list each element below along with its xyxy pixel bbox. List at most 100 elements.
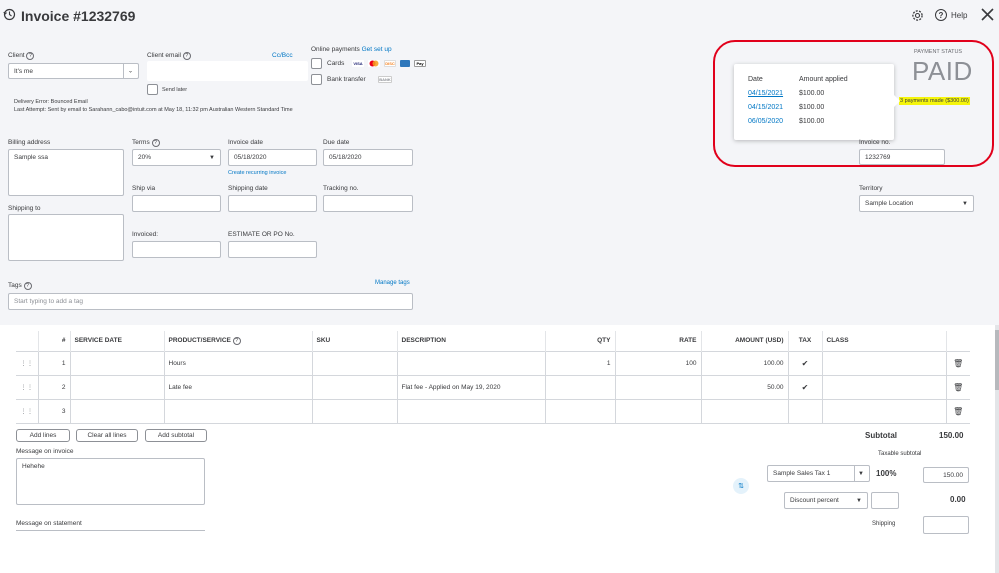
mastercard-icon xyxy=(368,60,380,67)
trash-icon[interactable]: 🗑 xyxy=(946,398,970,424)
scrollbar-thumb[interactable] xyxy=(995,330,999,390)
payment-date-link[interactable]: 04/15/2021 xyxy=(748,90,783,97)
invoice-date-input[interactable]: 05/18/2020 xyxy=(228,149,317,166)
billing-address-input[interactable]: Sample ssa xyxy=(8,149,124,196)
rate-cell[interactable]: 100 xyxy=(615,350,702,375)
payment-status-label: PAYMENT STATUS xyxy=(914,49,963,55)
description-cell[interactable] xyxy=(397,398,546,424)
shipping-date-input[interactable] xyxy=(228,195,317,212)
client-select[interactable]: It's me ⌄ xyxy=(8,63,139,79)
help-button[interactable]: ? Help xyxy=(935,9,967,21)
sku-cell[interactable] xyxy=(312,374,398,399)
amount-cell[interactable]: 50.00 xyxy=(701,374,789,399)
delivery-error: Delivery Error: Bounced Email xyxy=(14,99,88,105)
service-date-cell[interactable] xyxy=(70,350,165,375)
invoiced-label: Invoiced: xyxy=(132,231,159,238)
gear-icon[interactable] xyxy=(911,9,924,22)
tax-checkmark-icon[interactable]: ✔ xyxy=(788,350,823,375)
due-date-input[interactable]: 05/18/2020 xyxy=(323,149,413,166)
ship-via-input[interactable] xyxy=(132,195,221,212)
discover-icon: DISC xyxy=(384,60,396,67)
invoice-no-label: Invoice no. xyxy=(859,139,891,146)
amount-cell[interactable] xyxy=(701,398,789,424)
trash-icon[interactable]: 🗑 xyxy=(946,350,970,375)
visa-icon: VISA xyxy=(352,60,364,67)
payment-amount: $100.00 xyxy=(799,104,825,111)
service-date-cell[interactable] xyxy=(70,374,165,399)
sku-cell[interactable] xyxy=(312,398,398,424)
drag-handle-icon[interactable]: ⋮⋮ xyxy=(16,350,39,375)
invoiced-input[interactable] xyxy=(132,241,221,258)
message-on-statement-input[interactable] xyxy=(16,530,205,531)
col-number: # xyxy=(38,331,71,351)
tax-checkmark-icon[interactable]: ✔ xyxy=(788,374,823,399)
description-cell[interactable]: Flat fee - Applied on May 19, 2020 xyxy=(397,374,546,399)
product-cell[interactable]: Late fee xyxy=(164,374,313,399)
discount-type-value: Discount percent xyxy=(790,497,839,504)
add-lines-button[interactable]: Add lines xyxy=(16,429,70,442)
bank-transfer-label: Bank transfer xyxy=(327,76,366,83)
drag-handle-icon[interactable]: ⋮⋮ xyxy=(16,398,39,424)
add-subtotal-button[interactable]: Add subtotal xyxy=(145,429,207,442)
tax-rate-percent: 100% xyxy=(876,469,897,478)
payment-date-link[interactable]: 06/05/2020 xyxy=(748,118,783,125)
sku-cell[interactable] xyxy=(312,350,398,375)
tax-cell[interactable] xyxy=(788,398,823,424)
col-amount: Amount applied xyxy=(799,76,848,83)
tax-rate-select[interactable]: Sample Sales Tax 1 ▼ xyxy=(767,465,870,482)
payments-made-link[interactable]: 3 payments made ($300.00) xyxy=(899,97,970,105)
subtotal-label: Subtotal xyxy=(865,431,897,440)
amount-cell[interactable]: 100.00 xyxy=(701,350,789,375)
last-attempt: Last Attempt: Sent by email to Sarahann_… xyxy=(14,107,293,113)
shipping-date-label: Shipping date xyxy=(228,185,268,192)
discount-input[interactable] xyxy=(871,492,899,509)
rate-cell[interactable] xyxy=(615,374,702,399)
estimate-po-input[interactable] xyxy=(228,241,317,258)
send-later-checkbox[interactable] xyxy=(147,84,158,95)
amex-icon xyxy=(400,60,410,67)
close-icon[interactable] xyxy=(981,8,994,21)
tax-amount-input[interactable]: 150.00 xyxy=(923,467,969,483)
qty-cell[interactable]: 1 xyxy=(545,350,616,375)
manage-tags-link[interactable]: Manage tags xyxy=(375,280,410,286)
terms-select[interactable]: 20% ▼ xyxy=(132,149,221,166)
tracking-no-input[interactable] xyxy=(323,195,413,212)
cards-checkbox[interactable] xyxy=(311,58,322,69)
rate-cell[interactable] xyxy=(615,398,702,424)
product-cell[interactable] xyxy=(164,398,313,424)
class-cell[interactable] xyxy=(822,398,947,424)
client-email-input[interactable] xyxy=(147,61,308,81)
territory-select[interactable]: Sample Location ▼ xyxy=(859,195,974,212)
trash-icon[interactable]: 🗑 xyxy=(946,374,970,399)
row-number: 2 xyxy=(38,374,71,399)
caret-down-icon: ▼ xyxy=(856,497,862,504)
client-value: It's me xyxy=(14,67,33,75)
col-date: Date xyxy=(748,76,763,83)
qty-cell[interactable] xyxy=(545,374,616,399)
tags-input[interactable]: Start typing to add a tag xyxy=(8,293,413,310)
drag-handle-icon[interactable]: ⋮⋮ xyxy=(16,374,39,399)
message-on-invoice-input[interactable]: Hehehe xyxy=(16,458,205,505)
discount-type-select[interactable]: Discount percent ▼ xyxy=(784,492,868,509)
class-cell[interactable] xyxy=(822,350,947,375)
shipping-to-input[interactable] xyxy=(8,214,124,261)
service-date-cell[interactable] xyxy=(70,398,165,424)
bank-transfer-checkbox[interactable] xyxy=(311,74,322,85)
due-date-label: Due date xyxy=(323,139,350,146)
create-recurring-link[interactable]: Create recurring invoice xyxy=(228,170,286,176)
payment-date-link[interactable]: 04/15/2021 xyxy=(748,104,783,111)
invoice-no-input[interactable]: 1232769 xyxy=(859,149,945,165)
taxable-subtotal-label: Taxable subtotal xyxy=(878,451,922,457)
history-icon[interactable] xyxy=(3,8,16,21)
clear-all-lines-button[interactable]: Clear all lines xyxy=(76,429,138,442)
cc-bcc-link[interactable]: Cc/Bcc xyxy=(272,52,293,59)
swap-icon[interactable]: ⇅ xyxy=(733,478,749,494)
description-cell[interactable] xyxy=(397,350,546,375)
payment-status-value: PAID xyxy=(912,56,973,86)
shipping-input[interactable] xyxy=(923,516,969,534)
col-tax: TAX xyxy=(788,331,823,351)
get-set-up-link[interactable]: Get set up xyxy=(362,46,392,53)
class-cell[interactable] xyxy=(822,374,947,399)
qty-cell[interactable] xyxy=(545,398,616,424)
product-cell[interactable]: Hours xyxy=(164,350,313,375)
